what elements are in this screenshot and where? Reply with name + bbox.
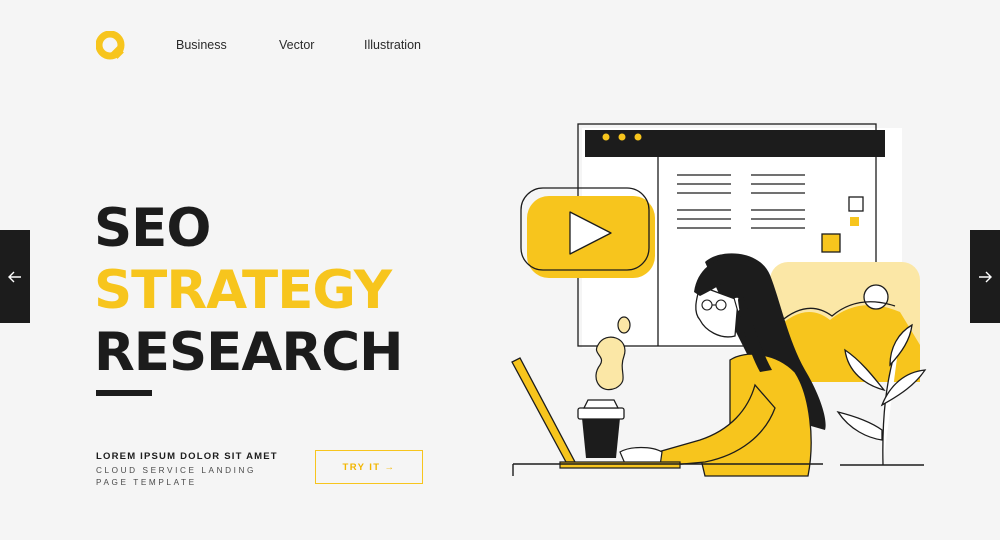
steam-cloud-icon (595, 336, 626, 391)
carousel-next-button[interactable] (970, 230, 1000, 323)
hero-subtitle-line-1: CLOUD SERVICE LANDING (96, 466, 257, 475)
headline-line-strategy: STRATEGY (94, 260, 392, 321)
hero-headline: SEO STRATEGY RESEARCH (94, 198, 403, 384)
nav-item-vector[interactable]: Vector (279, 38, 314, 52)
nav-item-business[interactable]: Business (176, 38, 227, 52)
q-logo-icon[interactable] (96, 31, 126, 61)
hero-tagline: LOREM IPSUM DOLOR SIT AMET (96, 451, 278, 462)
coffee-cup-icon (577, 399, 625, 458)
hero-illustration (511, 123, 927, 477)
carousel-prev-button[interactable] (0, 230, 30, 323)
arrow-right-icon (979, 271, 992, 282)
headline-line-seo: SEO (94, 198, 211, 259)
steam-drop-icon (617, 316, 631, 334)
try-it-button[interactable]: TRY IT → (315, 450, 423, 484)
arrow-left-icon (8, 271, 21, 282)
nav-item-illustration[interactable]: Illustration (364, 38, 421, 52)
headline-line-research: RESEARCH (94, 322, 403, 383)
headline-underline (96, 390, 152, 396)
hero-subtitle-line-2: PAGE TEMPLATE (96, 478, 197, 487)
video-play-icon (520, 187, 655, 278)
